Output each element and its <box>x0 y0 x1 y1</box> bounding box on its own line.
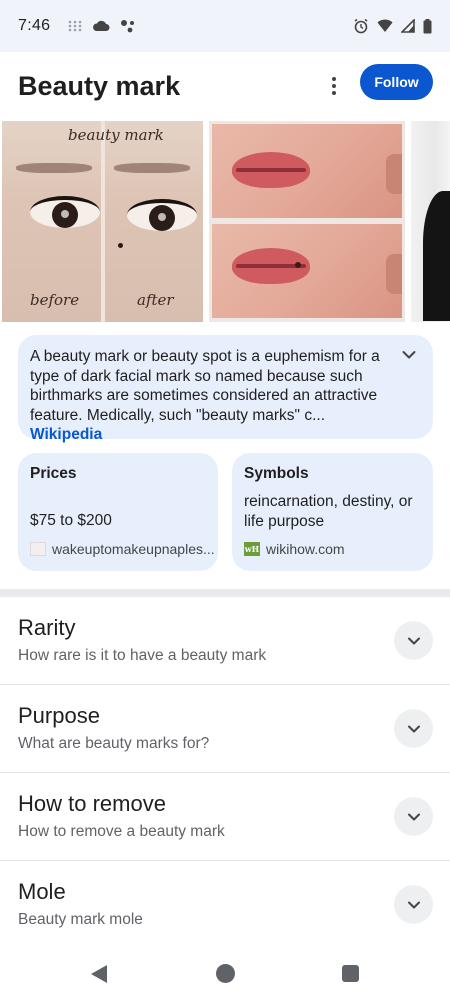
wikihow-favicon-icon: wH <box>244 542 260 556</box>
page-title: Beauty mark <box>18 70 181 101</box>
info-value: $75 to $200 <box>30 512 112 529</box>
description-ellipsis: ... <box>312 406 326 424</box>
chevron-down-icon <box>407 813 420 820</box>
image-label-after: after <box>137 291 174 309</box>
accordion-title: Mole <box>18 879 66 904</box>
expand-button[interactable] <box>394 797 433 836</box>
wikipedia-link[interactable]: Wikipedia <box>30 426 102 443</box>
alarm-icon <box>354 18 368 34</box>
image-carousel[interactable]: beauty mark before after <box>0 121 450 322</box>
info-title: Prices <box>30 465 77 482</box>
accordion-subtitle: Beauty mark mole <box>18 911 143 928</box>
eye-left <box>30 196 100 228</box>
info-source[interactable]: wakeuptomakeupnaples... <box>30 541 215 557</box>
assistant-dots-icon <box>121 20 135 33</box>
wakeup-favicon-icon <box>30 542 46 556</box>
lips-mole-image[interactable] <box>209 121 405 322</box>
accordion-title: How to remove <box>18 791 166 816</box>
status-time: 7:46 <box>18 17 51 34</box>
battery-icon <box>423 18 432 33</box>
accordion-item-how-to-remove[interactable]: How to remove How to remove a beauty mar… <box>0 773 450 861</box>
image-label-top: beauty mark <box>68 126 164 144</box>
home-icon[interactable] <box>216 964 235 983</box>
before-after-image[interactable]: beauty mark before after <box>2 121 203 322</box>
accordion-item-purpose[interactable]: Purpose What are beauty marks for? <box>0 685 450 773</box>
accordion-title: Purpose <box>18 703 100 728</box>
info-title: Symbols <box>244 465 309 482</box>
back-icon[interactable] <box>90 964 108 984</box>
image-label-before: before <box>30 291 80 309</box>
accordion-title: Rarity <box>18 615 76 640</box>
entity-header: Beauty mark Follow <box>0 52 450 120</box>
accordion-item-rarity[interactable]: Rarity How rare is it to have a beauty m… <box>0 597 450 685</box>
status-right-icons <box>353 18 432 34</box>
chevron-down-icon <box>407 901 420 908</box>
follow-button[interactable]: Follow <box>360 64 433 100</box>
accordion-subtitle: What are beauty marks for? <box>18 735 210 752</box>
eyebrow-right <box>114 163 190 173</box>
chevron-down-icon <box>407 637 420 644</box>
info-source[interactable]: wH wikihow.com <box>244 541 345 557</box>
beauty-mark-dot <box>118 243 123 248</box>
image-divider <box>101 121 105 322</box>
portrait-image[interactable] <box>411 121 450 322</box>
description-text: A beauty mark or beauty spot is a euphem… <box>30 347 389 445</box>
info-source-label: wikihow.com <box>266 541 345 557</box>
grid-dots-icon <box>69 20 82 32</box>
info-source-label: wakeuptomakeupnaples... <box>52 541 215 557</box>
accordion-subtitle: How to remove a beauty mark <box>18 823 225 840</box>
description-body: A beauty mark or beauty spot is a euphem… <box>30 348 380 424</box>
eyebrow-left <box>16 163 92 173</box>
status-left-icons <box>68 19 136 33</box>
recents-icon[interactable] <box>342 965 359 982</box>
lips-panel-top <box>212 124 402 218</box>
expand-button[interactable] <box>394 709 433 748</box>
section-divider <box>0 589 450 597</box>
eye-right <box>127 199 197 231</box>
more-options-icon[interactable] <box>322 72 346 100</box>
status-bar: 7:46 <box>0 0 450 52</box>
cloud-icon <box>93 20 110 31</box>
info-value: reincarnation, destiny, or life purpose <box>244 493 413 530</box>
wifi-icon <box>377 19 393 32</box>
expand-button[interactable] <box>394 885 433 924</box>
chevron-down-icon[interactable] <box>401 347 417 363</box>
expand-button[interactable] <box>394 621 433 660</box>
accordion-item-mole[interactable]: Mole Beauty mark mole <box>0 861 450 949</box>
cell-signal-icon <box>401 19 415 33</box>
chevron-down-icon <box>407 725 420 732</box>
system-nav-bar <box>0 946 450 1000</box>
symbols-card[interactable]: Symbols reincarnation, destiny, or life … <box>232 453 433 571</box>
prices-card[interactable]: Prices $75 to $200 wakeuptomakeupnaples.… <box>18 453 218 571</box>
description-card[interactable]: A beauty mark or beauty spot is a euphem… <box>18 335 433 443</box>
lips-panel-bottom <box>212 224 402 318</box>
accordion-subtitle: How rare is it to have a beauty mark <box>18 647 267 664</box>
